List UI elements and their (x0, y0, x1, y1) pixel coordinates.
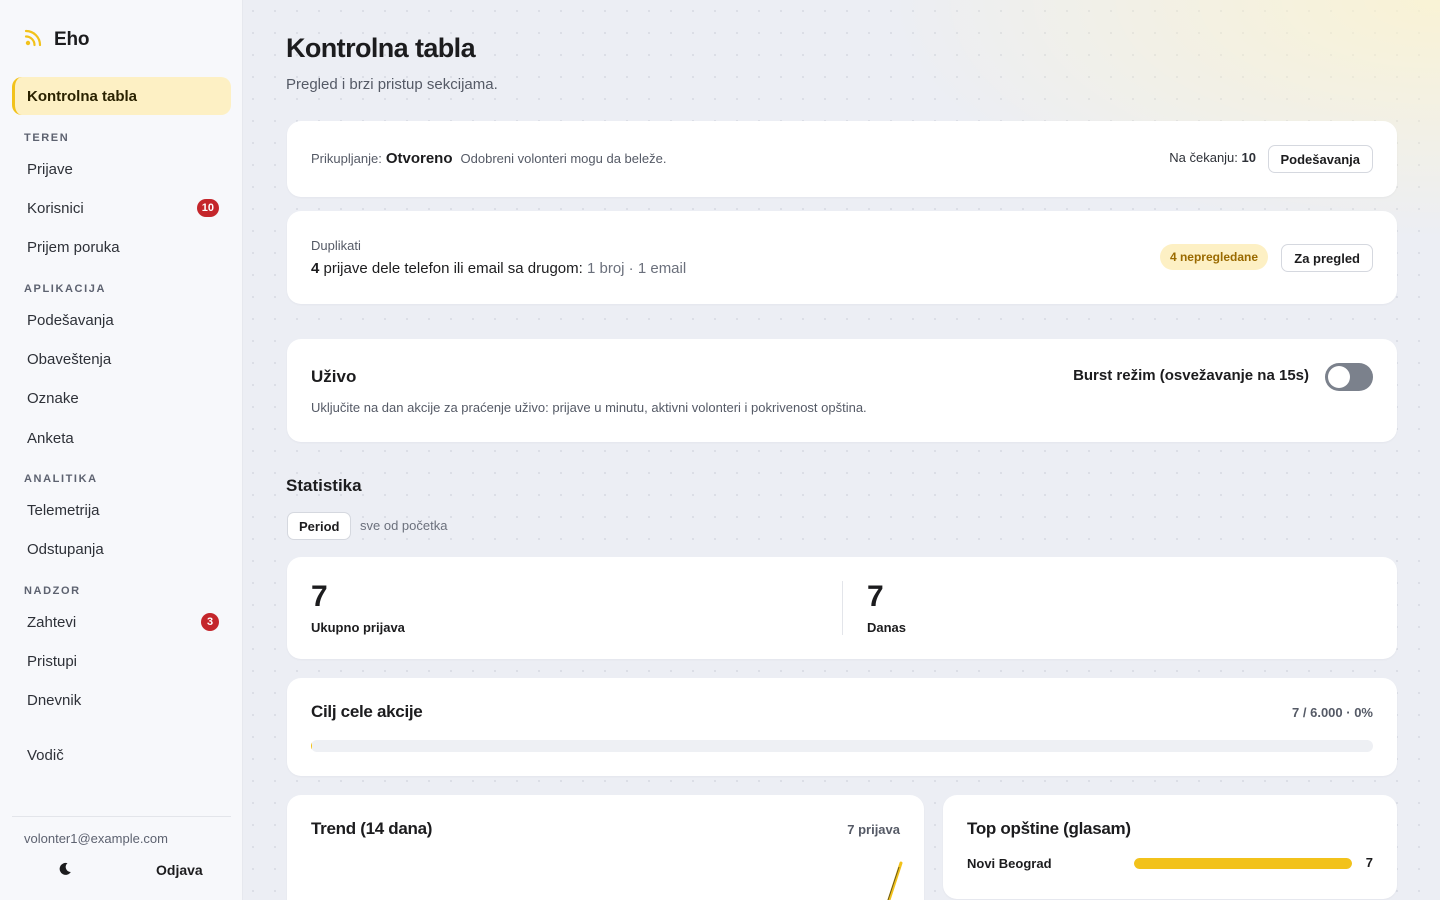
goal-progress-text: 7 / 6.000 · 0% (1292, 705, 1373, 720)
sidebar-item-label: Korisnici (27, 199, 84, 217)
collection-status: Prikupljanje: Otvoreno Odobreni volonter… (311, 150, 666, 167)
stat-total-value: 7 (311, 580, 328, 613)
duplicates-card: Duplikati 4 prijave dele telefon ili ema… (287, 211, 1397, 304)
sidebar-item-prijave[interactable]: Prijave (12, 151, 231, 187)
pending-value: 10 (1241, 150, 1256, 165)
sidebar-item-label: Oznake (27, 389, 79, 407)
sidebar-item-label: Anketa (27, 429, 74, 447)
count-badge: 10 (196, 199, 219, 217)
duplicates-message: 4 prijave dele telefon ili email sa drug… (311, 260, 686, 277)
trend-count: 7 prijava (847, 822, 900, 837)
sidebar-item-obavestenja[interactable]: Obaveštenja (12, 341, 231, 377)
sidebar-item-label: Zahtevi (27, 613, 77, 631)
sidebar-item-anketa[interactable]: Anketa (12, 420, 231, 456)
nav-section-analitika: ANALITIKA (24, 473, 98, 485)
toggle-knob (1328, 366, 1350, 388)
sidebar-item-pristupi[interactable]: Pristupi (12, 643, 231, 679)
sidebar-item-label: Prijem poruka (27, 238, 120, 256)
municipality-bar (1134, 858, 1352, 869)
sidebar-item-label: Obaveštenja (27, 350, 112, 368)
sidebar-item-label: Podešavanja (27, 311, 114, 329)
goal-progress-bar (311, 740, 1373, 752)
trend-card: Trend (14 dana) 7 prijava (287, 795, 924, 900)
sidebar-item-oznake[interactable]: Oznake (12, 380, 231, 416)
stat-total-label: Ukupno prijava (311, 620, 405, 635)
sidebar-item-podesavanja[interactable]: Podešavanja (12, 302, 231, 338)
stat-divider (842, 581, 843, 635)
goal-card: Cilj cele akcije 7 / 6.000 · 0% (287, 678, 1397, 776)
moon-icon (58, 862, 72, 881)
nav-section-teren: TEREN (24, 132, 70, 144)
sidebar-item-label: Pristupi (27, 652, 78, 670)
stat-today-value: 7 (867, 580, 884, 613)
sidebar-item-vodic[interactable]: Vodič (12, 737, 231, 773)
collection-description: Odobreni volonteri mogu da beleže. (460, 151, 667, 166)
collection-card: Prikupljanje: Otvoreno Odobreni volonter… (287, 121, 1397, 197)
stats-title: Statistika (286, 476, 362, 495)
duplicates-text: prijave dele telefon ili email sa drugom… (319, 260, 587, 277)
collection-label: Prikupljanje: (311, 151, 382, 166)
burst-mode-label: Burst režim (osvežavanje na 15s) (1073, 367, 1309, 384)
stat-total: 7 Ukupno prijava (311, 579, 405, 635)
top-municipalities-card: Top opštine (glasam) Novi Beograd 7 (943, 795, 1397, 899)
sidebar-item-label: Vodič (27, 746, 64, 764)
brand[interactable]: Eho (24, 27, 89, 52)
brand-name: Eho (54, 28, 90, 50)
count-badge: 3 (201, 613, 219, 631)
top-title: Top opštine (glasam) (967, 819, 1131, 838)
settings-button[interactable]: Podešavanja (1267, 145, 1373, 173)
unreviewed-badge: 4 nepregledane (1159, 244, 1268, 270)
collection-status-value: Otvoreno (385, 150, 453, 167)
trend-title: Trend (14 dana) (311, 819, 433, 838)
municipality-value: 7 (1365, 855, 1373, 870)
sidebar-item-zahtevi[interactable]: Zahtevi 3 (12, 604, 231, 640)
theme-toggle-button[interactable] (56, 862, 74, 880)
sidebar-item-label: Prijave (27, 160, 73, 178)
municipality-bar-fill (1134, 858, 1352, 869)
goal-progress-fill (311, 740, 313, 752)
period-value: sve od početka (360, 518, 448, 533)
nav-section-aplikacija: APLIKACIJA (24, 283, 107, 295)
sidebar: Eho Kontrolna tabla TEREN Prijave Korisn… (0, 0, 243, 900)
page-subtitle: Pregled i brzi pristup sekcijama. (286, 76, 498, 93)
stat-today: 7 Danas (867, 579, 906, 635)
sidebar-item-odstupanja[interactable]: Odstupanja (12, 531, 231, 567)
stat-today-label: Danas (867, 620, 907, 635)
sidebar-item-telemetrija[interactable]: Telemetrija (12, 492, 231, 528)
duplicates-title: Duplikati (311, 238, 361, 253)
period-button[interactable]: Period (287, 512, 352, 540)
sidebar-item-korisnici[interactable]: Korisnici 10 (12, 190, 231, 226)
nav-section-nadzor: NADZOR (24, 585, 81, 597)
sidebar-item-dnevnik[interactable]: Dnevnik (12, 682, 231, 718)
sidebar-item-label: Telemetrija (27, 501, 100, 519)
goal-title: Cilj cele akcije (311, 702, 423, 721)
duplicates-detail: 1 broj · 1 email (586, 260, 687, 277)
burst-mode-toggle[interactable] (1325, 363, 1373, 391)
live-card: Uživo Uključite na dan akcije za praćenj… (287, 339, 1397, 442)
sidebar-item-kontrolna-tabla[interactable]: Kontrolna tabla (12, 77, 231, 115)
trend-line (887, 861, 903, 900)
rss-icon (24, 27, 44, 52)
review-button[interactable]: Za pregled (1281, 244, 1373, 272)
page-title: Kontrolna tabla (286, 33, 476, 63)
sidebar-item-label: Dnevnik (27, 691, 82, 709)
sidebar-item-label: Odstupanja (27, 540, 104, 558)
user-email: volonter1@example.com (24, 831, 168, 846)
live-title: Uživo (311, 367, 357, 386)
stats-card: 7 Ukupno prijava 7 Danas (287, 557, 1397, 659)
municipality-name: Novi Beograd (967, 856, 1052, 871)
sidebar-item-prijem-poruka[interactable]: Prijem poruka (12, 229, 231, 265)
sidebar-divider (12, 816, 231, 817)
pending-count: Na čekanju: 10 (1169, 150, 1256, 165)
pending-label: Na čekanju: (1169, 150, 1238, 165)
logout-button[interactable]: Odjava (156, 862, 203, 878)
live-description: Uključite na dan akcije za praćenje uživ… (311, 400, 867, 415)
